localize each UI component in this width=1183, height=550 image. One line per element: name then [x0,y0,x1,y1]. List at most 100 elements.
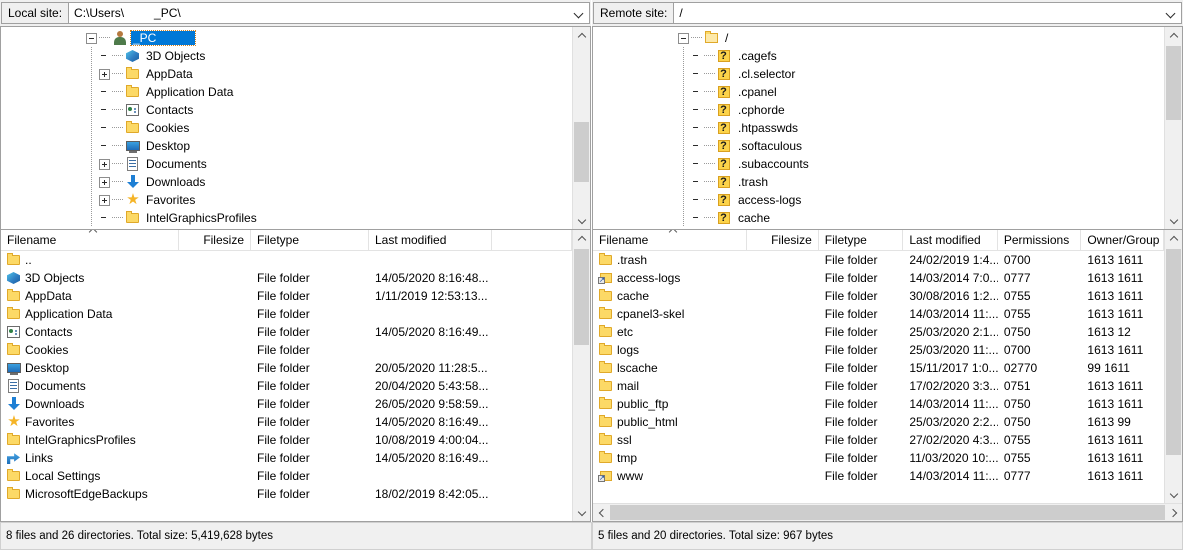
table-row[interactable]: Local Settings File folder [1,467,572,485]
expand-plus-icon[interactable] [99,158,110,170]
column-header-filename[interactable]: Filename [593,230,748,250]
column-header-modified[interactable]: Last modified [369,230,492,250]
table-row[interactable]: IntelGraphicsProfiles File folder 10/08/20… [1,431,572,449]
scroll-thumb[interactable] [1166,249,1181,455]
table-row[interactable]: etc File folder 25/03/2020 2:1... 0750 1613 … [593,323,1164,341]
remote-directory-tree[interactable]: / .cagefs .cl.selector .cpanel .cphorde .htpa… [592,26,1183,230]
remote-file-list[interactable]: Filename Filesize Filetype Last modified Per… [592,230,1183,522]
scroll-down-button[interactable] [573,212,590,229]
tree-item[interactable]: Application Data [1,83,572,101]
remote-list-header[interactable]: Filename Filesize Filetype Last modified Per… [593,230,1164,251]
local-site-input[interactable]: C:\Users\ _PC\ [68,2,590,24]
local-site-dropdown-button[interactable] [569,3,589,23]
table-row[interactable]: ssl File folder 27/02/2020 4:3... 0755 1613 … [593,431,1164,449]
column-header-filetype[interactable]: Filetype [251,230,369,250]
table-row[interactable]: public_ftp File folder 14/03/2014 11:... 07… [593,395,1164,413]
local-list-scrollbar[interactable] [572,230,590,521]
remote-tree-scrollbar[interactable] [1164,27,1182,229]
table-row[interactable]: Documents File folder 20/04/2020 5:43:58..… [1,377,572,395]
scroll-thumb[interactable] [574,249,589,345]
table-row[interactable]: AppData File folder 1/11/2019 12:53:13... [1,287,572,305]
tree-item[interactable]: Cookies [1,119,572,137]
tree-item[interactable]: Documents [1,155,572,173]
table-row[interactable]: cache File folder 30/08/2016 1:2... 0755 161… [593,287,1164,305]
table-row[interactable]: Contacts File folder 14/05/2020 8:16:49... [1,323,572,341]
column-header-blank[interactable] [492,230,572,250]
scroll-track[interactable] [573,44,590,212]
column-header-permissions[interactable]: Permissions [998,230,1082,250]
table-row[interactable]: Cookies File folder [1,341,572,359]
hscroll-thumb[interactable] [610,505,1165,520]
tree-item[interactable]: Downloads [1,173,572,191]
scroll-down-button[interactable] [1165,212,1182,229]
expand-plus-icon[interactable] [99,176,110,188]
table-row[interactable]: ↗ www File folder 14/03/2014 11:... 0777 1613… [593,467,1164,485]
table-row[interactable]: mail File folder 17/02/2020 3:3... 0751 1613… [593,377,1164,395]
expand-plus-icon[interactable] [99,194,110,206]
table-row[interactable]: Favorites File folder 14/05/2020 8:16:49..… [1,413,572,431]
remote-list-rows[interactable]: .trash File folder 24/02/2019 1:4... 0700 16… [593,251,1164,503]
scroll-down-button[interactable] [1165,486,1182,503]
tree-item[interactable]: .subaccounts [593,155,1164,173]
table-row[interactable]: .trash File folder 24/02/2019 1:4... 0700 16… [593,251,1164,269]
scroll-up-button[interactable] [573,230,590,247]
table-row[interactable]: lscache File folder 15/11/2017 1:0... 02770… [593,359,1164,377]
scroll-right-button[interactable] [1165,504,1182,521]
tree-item[interactable]: .cl.selector [593,65,1164,83]
table-row[interactable]: public_html File folder 25/03/2020 2:2... 0… [593,413,1164,431]
table-row[interactable]: cpanel3-skel File folder 14/03/2014 11:...… [593,305,1164,323]
table-row[interactable]: logs File folder 25/03/2020 11:... 0700 1613… [593,341,1164,359]
local-list-header[interactable]: Filename Filesize Filetype Last modified [1,230,572,251]
tree-item[interactable]: AppData [1,65,572,83]
table-row[interactable]: .. [1,251,572,269]
tree-item[interactable]: .cagefs [593,47,1164,65]
local-file-list[interactable]: Filename Filesize Filetype Last modified ..… [0,230,591,522]
column-header-filesize[interactable]: Filesize [747,230,819,250]
collapse-minus-icon[interactable] [678,32,689,44]
table-row[interactable]: Links File folder 14/05/2020 8:16:49... [1,449,572,467]
remote-site-dropdown-button[interactable] [1161,3,1181,23]
scroll-track[interactable] [1165,247,1182,486]
table-row[interactable]: tmp File folder 11/03/2020 10:... 0755 1613 … [593,449,1164,467]
tree-item[interactable]: .cphorde [593,101,1164,119]
scroll-left-button[interactable] [593,504,610,521]
column-header-modified[interactable]: Last modified [903,230,998,250]
tree-item[interactable]: .cpanel [593,83,1164,101]
scroll-up-button[interactable] [1165,230,1182,247]
collapse-minus-icon[interactable] [86,32,97,44]
tree-item[interactable]: .htpasswds [593,119,1164,137]
remote-list-hscrollbar[interactable] [593,503,1182,521]
column-header-filesize[interactable]: Filesize [179,230,251,250]
remote-site-input[interactable]: / [673,2,1182,24]
tree-item[interactable]: 3D Objects [1,47,572,65]
remote-list-scrollbar[interactable] [1164,230,1182,503]
tree-item[interactable]: / [593,29,1164,47]
scroll-track[interactable] [573,247,590,504]
column-header-filename[interactable]: Filename [1,230,179,250]
scroll-down-button[interactable] [573,504,590,521]
column-header-filetype[interactable]: Filetype [819,230,904,250]
scroll-up-button[interactable] [1165,27,1182,44]
local-directory-tree[interactable]: _PC 3D Objects AppData Application Data Cont… [0,26,591,230]
table-row[interactable]: Downloads File folder 26/05/2020 9:58:59..… [1,395,572,413]
tree-item[interactable]: _PC [1,29,572,47]
scroll-thumb[interactable] [1166,46,1181,120]
tree-item[interactable]: Contacts [1,101,572,119]
local-tree-scrollbar[interactable] [572,27,590,229]
table-row[interactable]: Desktop File folder 20/05/2020 11:28:5... [1,359,572,377]
table-row[interactable]: Application Data File folder [1,305,572,323]
tree-item[interactable]: .trash [593,173,1164,191]
tree-item[interactable]: .softaculous [593,137,1164,155]
tree-item[interactable]: Favorites [1,191,572,209]
local-list-rows[interactable]: .. 3D Objects File folder 14/05/2020 8:16:4… [1,251,572,521]
tree-item[interactable]: IntelGraphicsProfiles [1,209,572,227]
column-header-owner[interactable]: Owner/Group [1081,230,1164,250]
table-row[interactable]: 3D Objects File folder 14/05/2020 8:16:48.… [1,269,572,287]
hscroll-track[interactable] [610,504,1165,521]
table-row[interactable]: MicrosoftEdgeBackups File folder 18/02/201… [1,485,572,503]
tree-item[interactable]: access-logs [593,191,1164,209]
table-row[interactable]: ↗ access-logs File folder 14/03/2014 7:0...… [593,269,1164,287]
scroll-up-button[interactable] [573,27,590,44]
scroll-thumb[interactable] [574,122,589,182]
tree-item[interactable]: cache [593,209,1164,227]
